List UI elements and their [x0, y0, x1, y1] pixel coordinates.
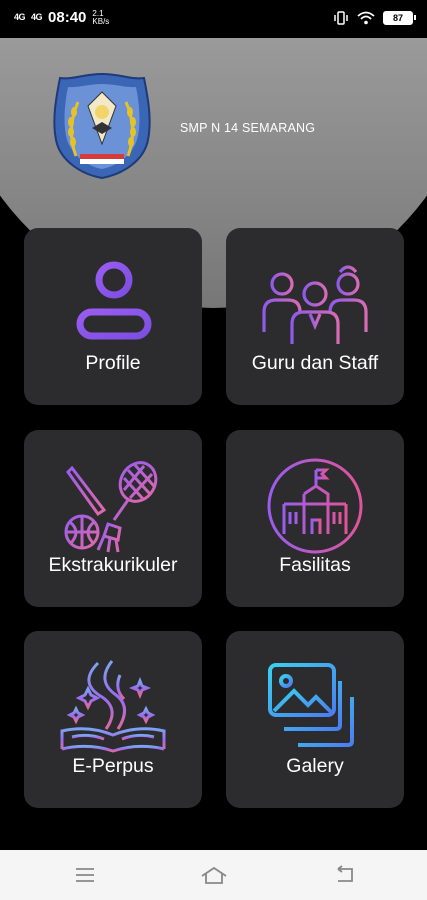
person-icon	[76, 261, 152, 340]
school-name: SMP N 14 SEMARANG	[180, 121, 316, 135]
menu-card-fasilitas[interactable]: Fasilitas	[226, 430, 404, 607]
school-logo-icon	[53, 72, 151, 180]
signal-icon-1: 4G	[14, 12, 26, 22]
clock: 08:40	[48, 9, 87, 26]
menu-label: Guru dan Staff	[251, 352, 379, 374]
menu-label: Ekstrakurikuler	[48, 554, 178, 576]
status-bar: 4G 4G 08:40 2.1 KB/s 87	[0, 0, 427, 38]
battery-icon: 87	[383, 11, 416, 25]
menu-icon[interactable]	[72, 864, 98, 886]
menu-label: E-Perpus	[72, 755, 154, 777]
menu-card-profile[interactable]: Profile	[24, 228, 202, 405]
menu-label: Profile	[85, 352, 141, 374]
menu-card-galery[interactable]: Galery	[226, 631, 404, 808]
network-speed: 2.1 KB/s	[92, 8, 110, 26]
signal-icon-2: 4G	[31, 12, 43, 22]
home-icon[interactable]	[200, 864, 228, 886]
book-icon	[60, 660, 166, 753]
gallery-icon	[268, 663, 354, 747]
building-icon	[267, 458, 363, 554]
vibrate-icon	[334, 11, 348, 25]
menu-label: Fasilitas	[279, 554, 351, 576]
menu-label: Galery	[286, 755, 344, 777]
group-icon	[262, 265, 368, 344]
menu-card-guru-dan-staff[interactable]: Guru dan Staff	[226, 228, 404, 405]
menu-card-e-perpus[interactable]: E-Perpus	[24, 631, 202, 808]
sports-icon	[64, 461, 158, 553]
menu-card-ekstrakurikuler[interactable]: Ekstrakurikuler	[24, 430, 202, 607]
wifi-icon	[357, 11, 375, 25]
back-icon[interactable]	[332, 864, 358, 886]
navigation-bar	[0, 850, 427, 900]
